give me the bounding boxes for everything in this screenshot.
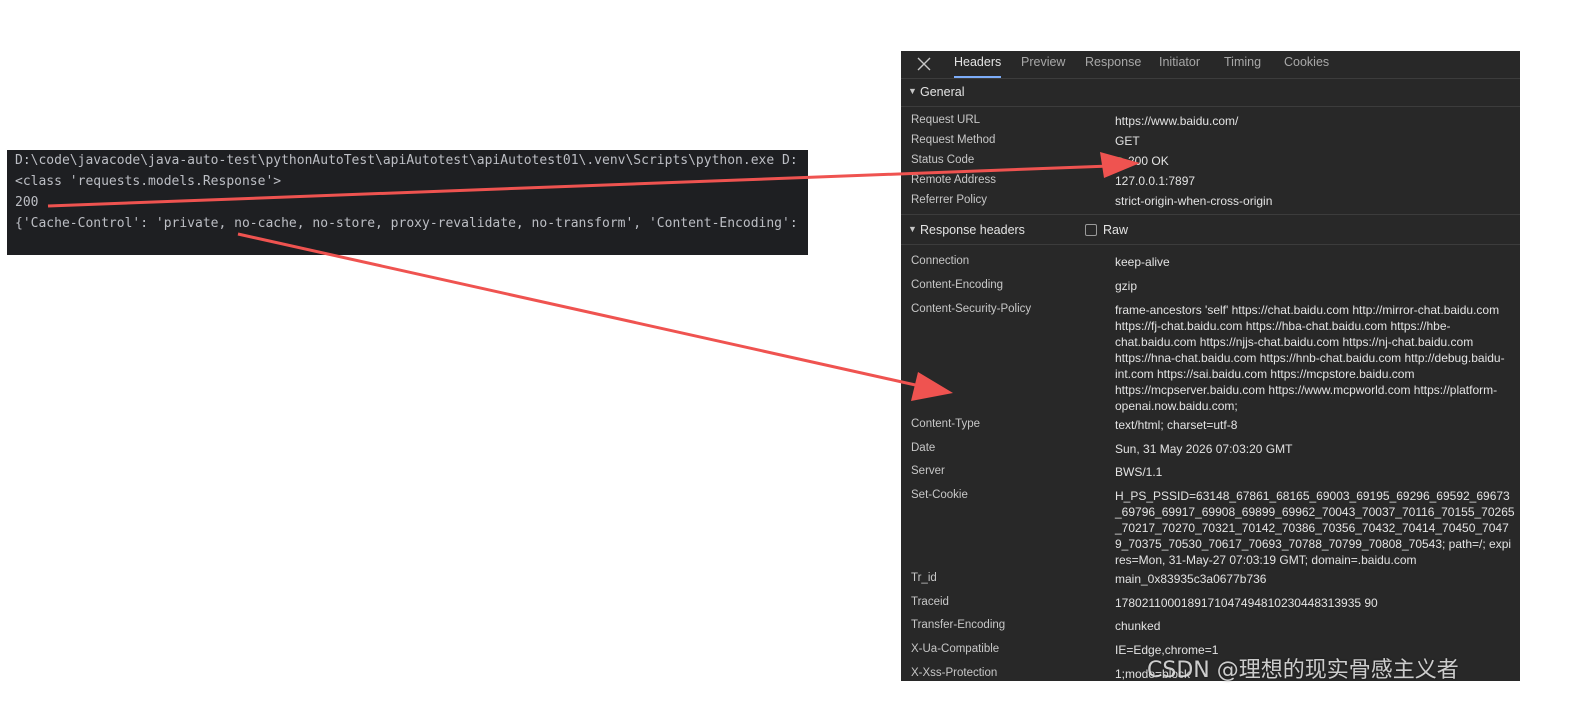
tab-response[interactable]: Response [1085,51,1141,78]
tab-headers[interactable]: Headers [954,51,1002,78]
terminal-line: <class 'requests.models.Response'> [15,174,282,189]
csdn-watermark: CSDN @理想的现实骨感主义者 [1147,658,1459,683]
general-section-title: General [920,85,965,99]
tab-preview[interactable]: Preview [1021,51,1065,78]
header-key-traceid: Traceid [911,596,949,608]
header-key-status-code: Status Code [911,154,975,166]
tab-initiator[interactable]: Initiator [1159,51,1200,78]
header-key-request-method: Request Method [911,134,996,146]
header-value-request-method: GET [1115,134,1140,148]
header-key-referrer-policy: Referrer Policy [911,194,988,206]
header-key-remote-address: Remote Address [911,174,997,186]
status-ok-icon [1115,157,1124,166]
response-headers-section-header[interactable]: ▼ Response headers [901,218,1520,243]
header-key-content-security-policy: Content-Security-Policy [911,303,1032,315]
response-headers-section-title: Response headers [920,223,1025,237]
header-value-content-encoding: gzip [1115,279,1138,293]
header-value-content-type: text/html; charset=utf-8 [1115,418,1238,432]
divider [901,244,1520,245]
header-key-server: Server [911,465,945,477]
raw-checkbox[interactable] [1085,224,1097,236]
header-value-status-code: 200 OK [1115,153,1515,169]
header-value-server: BWS/1.1 [1115,465,1163,479]
header-value-traceid: 1780211000189171047494810230448313935 90 [1115,596,1378,610]
divider [901,214,1520,215]
expand-triangle-icon: ▼ [908,86,917,96]
divider [901,106,1520,107]
header-key-date: Date [911,442,936,454]
header-value-set-cookie: H_PS_PSSID=63148_67861_68165_69003_69195… [1115,489,1515,567]
close-icon[interactable] [915,55,933,73]
header-key-set-cookie: Set-Cookie [911,489,968,501]
header-key-transfer-encoding: Transfer-Encoding [911,619,1006,631]
devtools-headers-panel: Headers Preview Response Initiator Timin… [901,51,1520,681]
header-key-x-ua-compatible: X-Ua-Compatible [911,643,1000,655]
header-key-tr-id: Tr_id [911,572,937,584]
header-value-content-security-policy: frame-ancestors 'self' https://chat.baid… [1115,303,1505,413]
terminal-line-headers: {'Cache-Control': 'private, no-cache, no… [15,216,798,231]
tab-timing[interactable]: Timing [1224,51,1261,78]
terminal-output: D:\code\javacode\java-auto-test\pythonAu… [7,150,808,255]
expand-triangle-icon: ▼ [908,224,917,234]
header-key-content-type: Content-Type [911,418,981,430]
header-key-x-xss-protection: X-Xss-Protection [911,667,998,679]
header-value-request-url: https://www.baidu.com/ [1115,114,1239,128]
terminal-line: D:\code\javacode\java-auto-test\pythonAu… [15,153,798,168]
terminal-line-status: 200 [15,195,39,210]
header-value-transfer-encoding: chunked [1115,619,1161,633]
status-code-text: 200 OK [1128,154,1169,168]
tab-cookies[interactable]: Cookies [1284,51,1329,78]
raw-toggle[interactable]: Raw [1085,223,1128,237]
devtools-tab-bar: Headers Preview Response Initiator Timin… [901,51,1520,79]
general-section-header[interactable]: ▼ General [901,80,1520,105]
header-value-tr-id: main_0x83935c3a0677b736 [1115,572,1267,586]
header-value-date: Sun, 31 May 2026 07:03:20 GMT [1115,442,1293,456]
header-key-request-url: Request URL [911,114,981,126]
header-key-content-encoding: Content-Encoding [911,279,1004,291]
header-key-connection: Connection [911,255,970,267]
header-value-referrer-policy: strict-origin-when-cross-origin [1115,194,1273,208]
header-value-connection: keep-alive [1115,255,1170,269]
arrow-headers-to-response-headers [237,232,921,388]
raw-label: Raw [1103,223,1129,237]
header-value-remote-address: 127.0.0.1:7897 [1115,174,1196,188]
